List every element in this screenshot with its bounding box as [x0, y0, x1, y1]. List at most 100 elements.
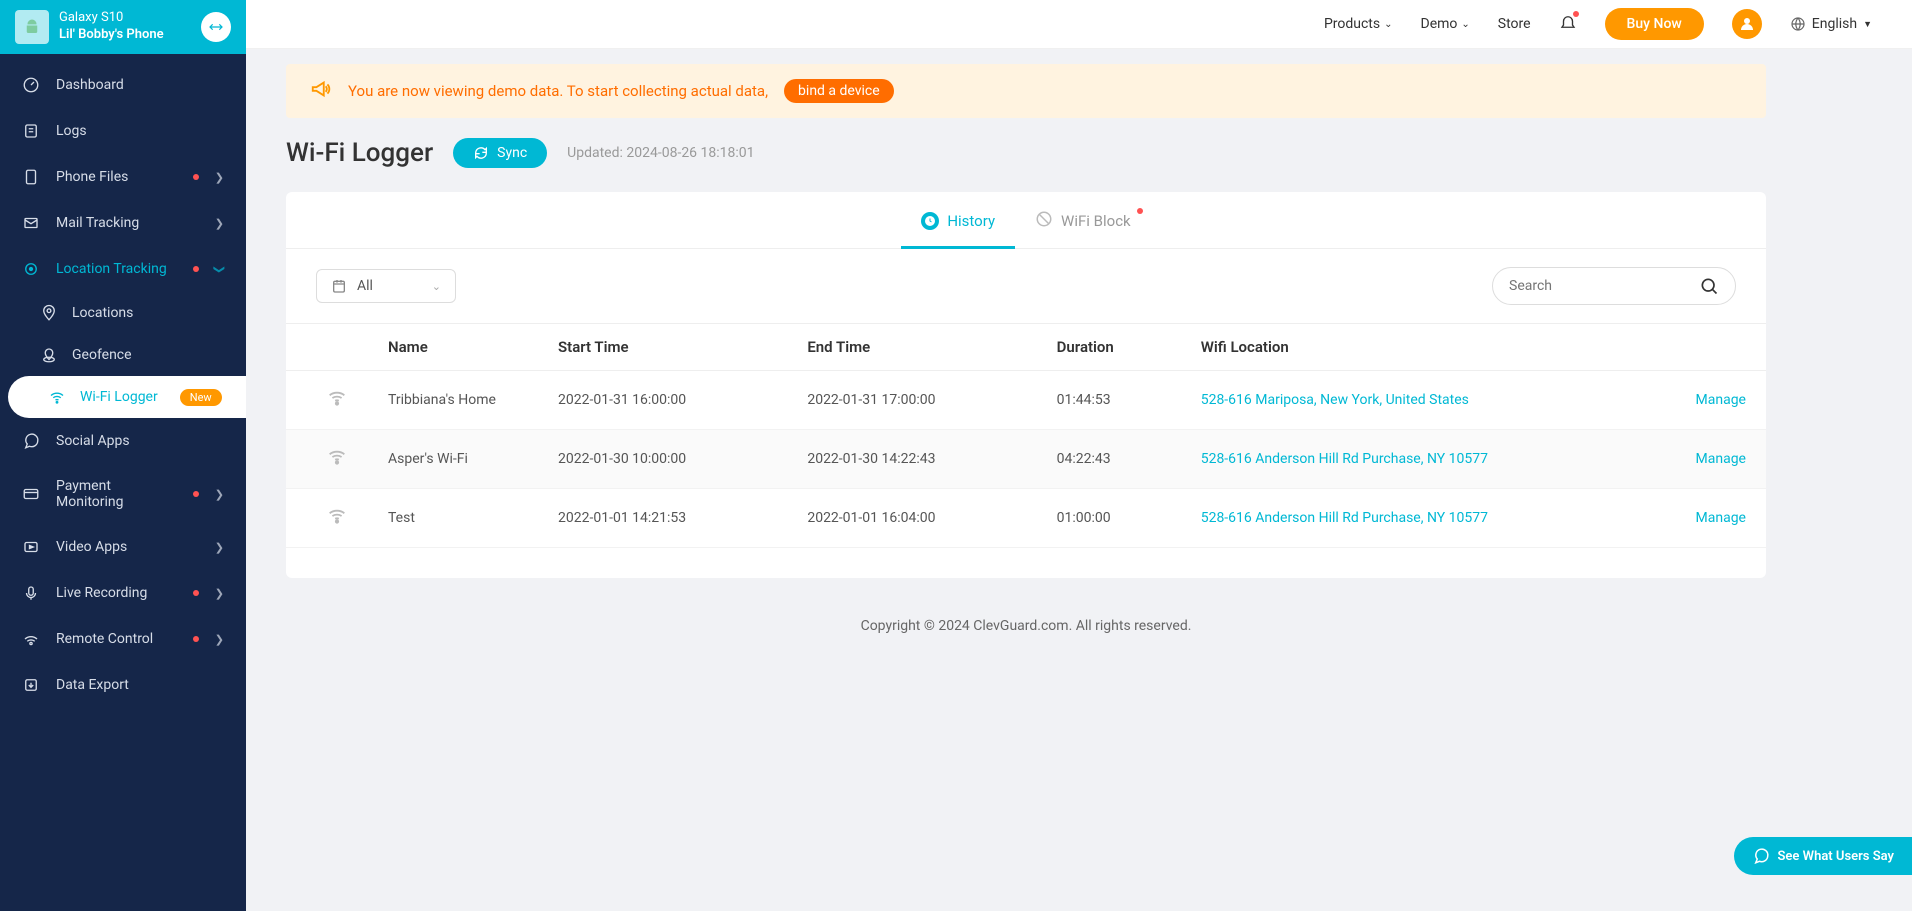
gauge-icon	[22, 76, 40, 94]
chevron-down-icon: ⌄	[432, 280, 441, 293]
sidebar-item-social-apps[interactable]: Social Apps	[0, 418, 246, 464]
device-header[interactable]: Galaxy S10 Lil' Bobby's Phone	[0, 0, 246, 54]
chevron-right-icon: ❯	[215, 541, 224, 554]
caret-down-icon: ⌄	[1384, 19, 1392, 30]
topbar: Products⌄ Demo⌄ Store Buy Now English ▼	[246, 0, 1912, 49]
megaphone-icon	[310, 78, 332, 104]
caret-down-icon: ⌄	[1461, 19, 1469, 30]
sidebar-item-payment-monitoring[interactable]: Payment Monitoring ❯	[0, 464, 246, 524]
sidebar-item-data-export[interactable]: Data Export	[0, 662, 246, 708]
sidebar-item-live-recording[interactable]: Live Recording ❯	[0, 570, 246, 616]
chevron-down-icon: ❯	[213, 264, 226, 273]
export-icon	[22, 676, 40, 694]
wifi-icon	[286, 430, 368, 489]
cell-duration: 01:44:53	[1037, 371, 1181, 430]
page-title: Wi-Fi Logger	[286, 138, 433, 168]
demo-banner: You are now viewing demo data. To start …	[286, 64, 1766, 118]
search-input[interactable]	[1509, 278, 1689, 294]
manage-link[interactable]: Manage	[1666, 371, 1766, 430]
avatar[interactable]	[1732, 9, 1762, 39]
chevron-right-icon: ❯	[215, 171, 224, 184]
logs-icon	[22, 122, 40, 140]
video-icon	[22, 538, 40, 556]
new-badge: New	[180, 389, 222, 406]
col-duration: Duration	[1037, 324, 1181, 371]
device-name: Lil' Bobby's Phone	[59, 27, 191, 44]
alert-dot	[193, 491, 199, 497]
manage-link[interactable]: Manage	[1666, 430, 1766, 489]
mic-icon	[22, 584, 40, 602]
table-row: Test2022-01-01 14:21:532022-01-01 16:04:…	[286, 489, 1766, 548]
cell-start: 2022-01-31 16:00:00	[538, 371, 787, 430]
cell-start: 2022-01-01 14:21:53	[538, 489, 787, 548]
alert-dot	[1137, 208, 1143, 214]
sidebar-item-remote-control[interactable]: Remote Control ❯	[0, 616, 246, 662]
alert-dot	[193, 266, 199, 272]
feedback-button[interactable]: See What Users Say	[1734, 837, 1912, 875]
target-icon	[22, 260, 40, 278]
col-start: Start Time	[538, 324, 787, 371]
footer-text: Copyright © 2024 ClevGuard.com. All righ…	[286, 598, 1766, 654]
tab-wifi-block[interactable]: WiFi Block	[1015, 210, 1151, 248]
caret-down-icon: ▼	[1863, 19, 1872, 30]
chevron-right-icon: ❯	[215, 587, 224, 600]
table-row: Tribbiana's Home2022-01-31 16:00:002022-…	[286, 371, 1766, 430]
sidebar-item-location-tracking[interactable]: Location Tracking ❯	[0, 246, 246, 292]
cell-name: Tribbiana's Home	[368, 371, 538, 430]
table-row: Asper's Wi-Fi2022-01-30 10:00:002022-01-…	[286, 430, 1766, 489]
buy-now-button[interactable]: Buy Now	[1605, 8, 1704, 40]
sidebar-subitem-geofence[interactable]: Geofence	[0, 334, 246, 376]
search-box[interactable]	[1492, 267, 1736, 305]
sync-button[interactable]: Sync	[453, 138, 547, 168]
language-selector[interactable]: English ▼	[1790, 16, 1872, 32]
swap-device-icon[interactable]	[201, 12, 231, 42]
date-filter[interactable]: All ⌄	[316, 269, 456, 303]
cell-location-link[interactable]: 528-616 Mariposa, New York, United State…	[1181, 371, 1666, 430]
notifications-button[interactable]	[1559, 13, 1577, 35]
chat-icon	[1752, 847, 1770, 865]
updated-text: Updated: 2024-08-26 18:18:01	[567, 145, 754, 161]
card-icon	[22, 485, 40, 503]
manage-link[interactable]: Manage	[1666, 489, 1766, 548]
chevron-right-icon: ❯	[215, 217, 224, 230]
sidebar-item-mail-tracking[interactable]: Mail Tracking ❯	[0, 200, 246, 246]
wifi-log-card: History WiFi Block All	[286, 192, 1766, 578]
chevron-right-icon: ❯	[215, 633, 224, 646]
cell-start: 2022-01-30 10:00:00	[538, 430, 787, 489]
cell-duration: 01:00:00	[1037, 489, 1181, 548]
device-model: Galaxy S10	[59, 10, 191, 27]
sidebar-item-dashboard[interactable]: Dashboard	[0, 62, 246, 108]
cell-name: Asper's Wi-Fi	[368, 430, 538, 489]
tabs: History WiFi Block	[286, 192, 1766, 249]
col-end: End Time	[787, 324, 1036, 371]
sidebar-subitem-locations[interactable]: Locations	[0, 292, 246, 334]
chat-icon	[22, 432, 40, 450]
nav-store[interactable]: Store	[1498, 16, 1531, 32]
sidebar-subitem-wifi-logger[interactable]: Wi-Fi Logger New	[8, 376, 246, 418]
cell-location-link[interactable]: 528-616 Anderson Hill Rd Purchase, NY 10…	[1181, 489, 1666, 548]
pin-icon	[40, 304, 58, 322]
cell-end: 2022-01-30 14:22:43	[787, 430, 1036, 489]
sidebar-item-logs[interactable]: Logs	[0, 108, 246, 154]
sidebar-item-phone-files[interactable]: Phone Files ❯	[0, 154, 246, 200]
bind-device-button[interactable]: bind a device	[784, 79, 894, 103]
page-header: Wi-Fi Logger Sync Updated: 2024-08-26 18…	[286, 138, 1766, 168]
sidebar-item-video-apps[interactable]: Video Apps ❯	[0, 524, 246, 570]
wifi-icon	[48, 388, 66, 406]
nav-demo[interactable]: Demo⌄	[1421, 16, 1470, 32]
tab-history[interactable]: History	[901, 210, 1015, 248]
alert-dot	[193, 636, 199, 642]
col-location: Wifi Location	[1181, 324, 1666, 371]
wifi-icon	[286, 371, 368, 430]
calendar-icon	[331, 278, 347, 294]
block-icon	[1035, 210, 1053, 232]
clock-icon	[921, 212, 939, 230]
nav-products[interactable]: Products⌄	[1324, 16, 1393, 32]
files-icon	[22, 168, 40, 186]
remote-icon	[22, 630, 40, 648]
alert-dot	[193, 174, 199, 180]
cell-location-link[interactable]: 528-616 Anderson Hill Rd Purchase, NY 10…	[1181, 430, 1666, 489]
filter-row: All ⌄	[286, 249, 1766, 323]
sidebar-nav: Dashboard Logs Phone Files ❯ Mail Tracki…	[0, 54, 246, 716]
geofence-icon	[40, 346, 58, 364]
